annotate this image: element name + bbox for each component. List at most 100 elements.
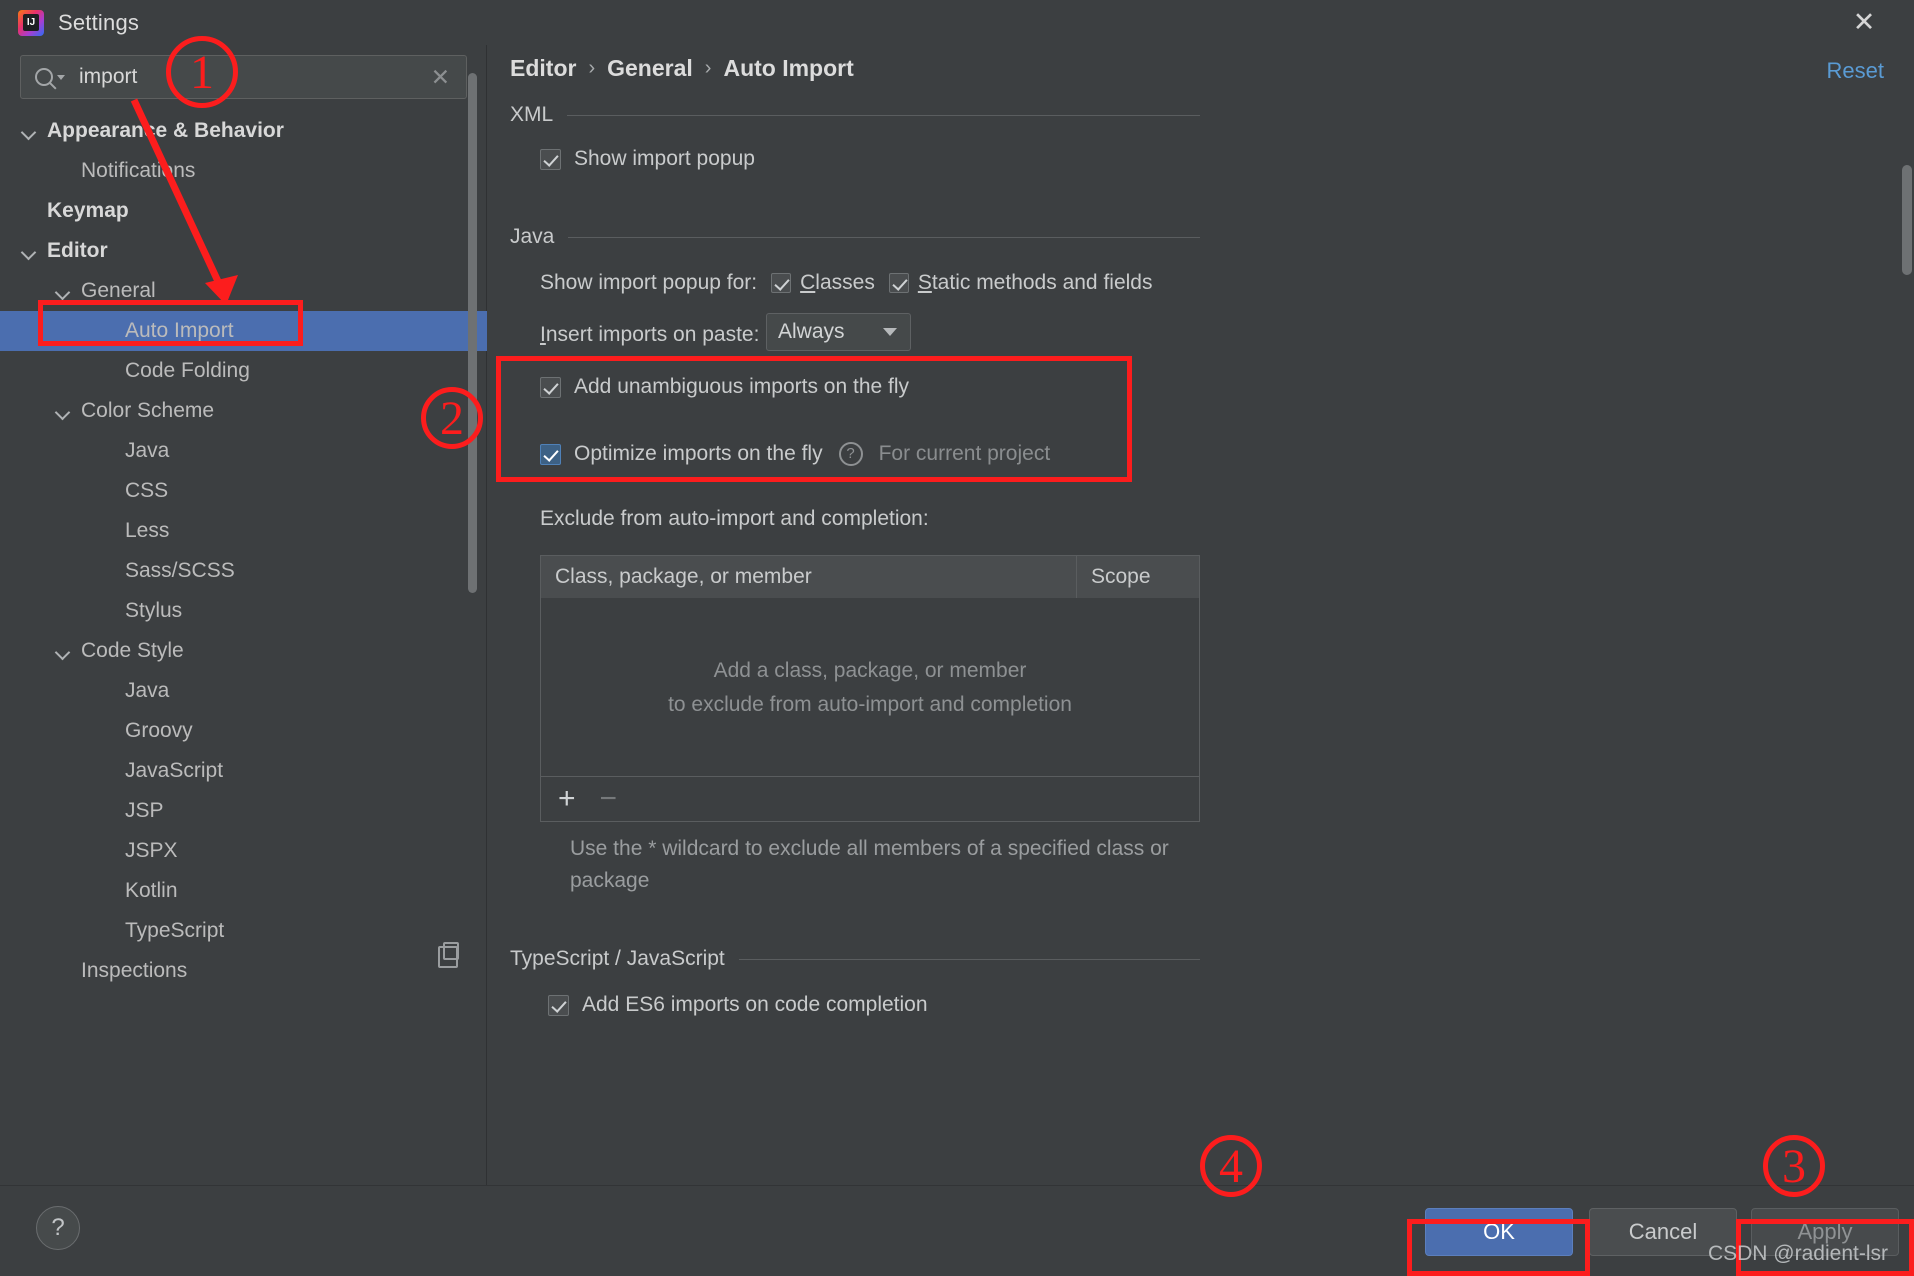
chevron-down-icon[interactable] [56,645,69,658]
sidebar-item-label: JSP [125,799,164,822]
optimize-imports-label: Optimize imports on the fly [574,442,823,465]
add-es6-imports-label: Add ES6 imports on code completion [582,993,928,1016]
sidebar-item-less[interactable]: Less [0,511,487,551]
sidebar-item-label: Sass/SCSS [125,559,235,582]
classes-checkbox[interactable] [771,273,792,293]
remove-icon: − [599,782,618,815]
sidebar-item-label: Inspections [81,959,188,982]
group-divider-2 [568,236,1200,238]
chevron-down-icon[interactable] [22,245,35,258]
sidebar-item-groovy[interactable]: Groovy [0,711,487,751]
sidebar-item-java[interactable]: Java [0,671,487,711]
show-import-popup-for-row: Show import popup for: Classes Static me… [540,271,1152,295]
chevron-down-icon[interactable] [56,285,69,298]
sidebar-item-inspections[interactable]: Inspections [0,951,487,991]
insert-imports-on-paste-select[interactable]: Always [766,313,911,351]
insert-imports-on-paste-row: Insert imports on paste: [540,323,759,347]
optimize-imports-scope-note: For current project [878,442,1051,465]
sidebar-item-typescript[interactable]: TypeScript [0,911,487,951]
wildcard-note: Use the * wildcard to exclude all member… [570,837,1169,892]
sidebar-item-css[interactable]: CSS [0,471,487,511]
search-input[interactable]: import ✕ [20,55,467,99]
close-icon[interactable]: ✕ [1838,0,1890,45]
sidebar-item-label: Java [125,439,170,462]
dialog-footer: ? OK Cancel Apply [0,1185,1914,1276]
sidebar-item-keymap[interactable]: Keymap [0,191,487,231]
sidebar-item-auto-import[interactable]: Auto Import [0,311,487,351]
copy-icon-back [443,942,459,960]
sidebar-item-appearance-behavior[interactable]: Appearance & Behavior [0,111,487,151]
empty-state-line-1: Add a class, package, or member [713,658,1027,682]
sidebar-item-code-style[interactable]: Code Style [0,631,487,671]
settings-sidebar: import ✕ Appearance & Behavior Notificati… [0,45,487,1185]
sidebar-scrollbar[interactable] [468,73,477,593]
ts-js-group-title: TypeScript / JavaScript [510,947,725,970]
chevron-down-icon[interactable] [56,405,69,418]
show-import-popup-for-label: Show import popup for: [540,271,758,294]
sidebar-item-javascript[interactable]: JavaScript [0,751,487,791]
search-field-wrapper: import ✕ [20,55,467,99]
sidebar-item-label: Stylus [125,599,183,622]
settings-dialog: Settings ✕ import ✕ Appearance & Behavio… [0,0,1914,1276]
sidebar-item-kotlin[interactable]: Kotlin [0,871,487,911]
ok-button[interactable]: OK [1425,1208,1573,1256]
breadcrumb-auto-import: Auto Import [723,55,854,81]
title-bar: Settings ✕ [0,0,1914,45]
breadcrumb-general[interactable]: General [607,55,693,82]
sidebar-item-label: Java [125,679,170,702]
column-header-class-package-member[interactable]: Class, package, or member [541,556,1077,598]
sidebar-item-label: General [81,279,156,302]
java-group-header: Java [510,225,1200,249]
sidebar-item-label: Editor [47,239,108,262]
window-title: Settings [58,9,140,35]
settings-content: XML Show import popup Java Show import p… [488,103,1914,1185]
java-group-title: Java [510,225,555,248]
xml-group-header: XML [510,103,1200,127]
question-mark-icon[interactable]: ? [838,442,863,466]
chevron-down-icon[interactable] [22,125,35,138]
exclude-table-empty-state: Add a class, package, or member to exclu… [541,598,1199,777]
sidebar-item-label: Auto Import [125,319,234,342]
add-unambiguous-imports-row[interactable]: Add unambiguous imports on the fly [540,375,909,399]
search-icon [35,68,53,86]
reset-link[interactable]: Reset [1827,58,1884,84]
intellij-idea-icon [18,9,44,36]
sidebar-item-jsp[interactable]: JSP [0,791,487,831]
sidebar-item-sass-scss[interactable]: Sass/SCSS [0,551,487,591]
breadcrumb-editor[interactable]: Editor [510,55,576,82]
sidebar-item-general[interactable]: General [0,271,487,311]
add-es6-imports-row[interactable]: Add ES6 imports on code completion [548,993,928,1017]
content-scrollbar[interactable] [1902,165,1912,275]
sidebar-item-jspx[interactable]: JSPX [0,831,487,871]
optimize-imports-row[interactable]: Optimize imports on the fly ? For curren… [540,442,1050,466]
settings-tree[interactable]: Appearance & Behavior Notifications Keymap… [0,111,487,1185]
chevron-down-icon-combo [883,328,897,336]
sidebar-item-notifications[interactable]: Notifications [0,151,487,191]
watermark: CSDN @radient-lsr [1707,1242,1888,1265]
sidebar-item-editor[interactable]: Editor [0,231,487,271]
show-import-popup-xml-checkbox[interactable] [540,148,561,170]
add-unambiguous-imports-label: Add unambiguous imports on the fly [574,375,910,398]
sidebar-item-stylus[interactable]: Stylus [0,591,487,631]
sidebar-item-color-scheme[interactable]: Color Scheme [0,391,487,431]
empty-state-line-2: to exclude from auto-import and completi… [668,692,1072,716]
add-es6-imports-checkbox[interactable] [548,994,569,1016]
settings-detail-pane: Editor › General › Auto Import Reset XML… [488,45,1914,1185]
exclude-table[interactable]: Class, package, or member Scope Add a cl… [540,555,1200,777]
sidebar-item-java[interactable]: Java [0,431,487,471]
help-button[interactable]: ? [36,1206,80,1250]
group-divider-3 [738,958,1200,960]
optimize-imports-checkbox[interactable] [540,443,561,465]
breadcrumb-separator-icon-2: › [704,57,712,79]
static-methods-checkbox[interactable] [888,273,909,293]
clear-search-icon[interactable]: ✕ [431,64,450,91]
sidebar-item-code-folding[interactable]: Code Folding [0,351,487,391]
show-import-popup-xml-row[interactable]: Show import popup [540,147,755,171]
sidebar-item-label: Keymap [47,199,129,222]
add-icon[interactable]: + [558,784,576,814]
xml-group-title: XML [510,103,554,126]
chevron-down-icon[interactable] [57,74,65,80]
column-header-scope[interactable]: Scope [1077,556,1199,598]
add-unambiguous-imports-checkbox[interactable] [540,376,561,398]
insert-imports-on-paste-label: Insert imports on paste: [540,323,759,347]
